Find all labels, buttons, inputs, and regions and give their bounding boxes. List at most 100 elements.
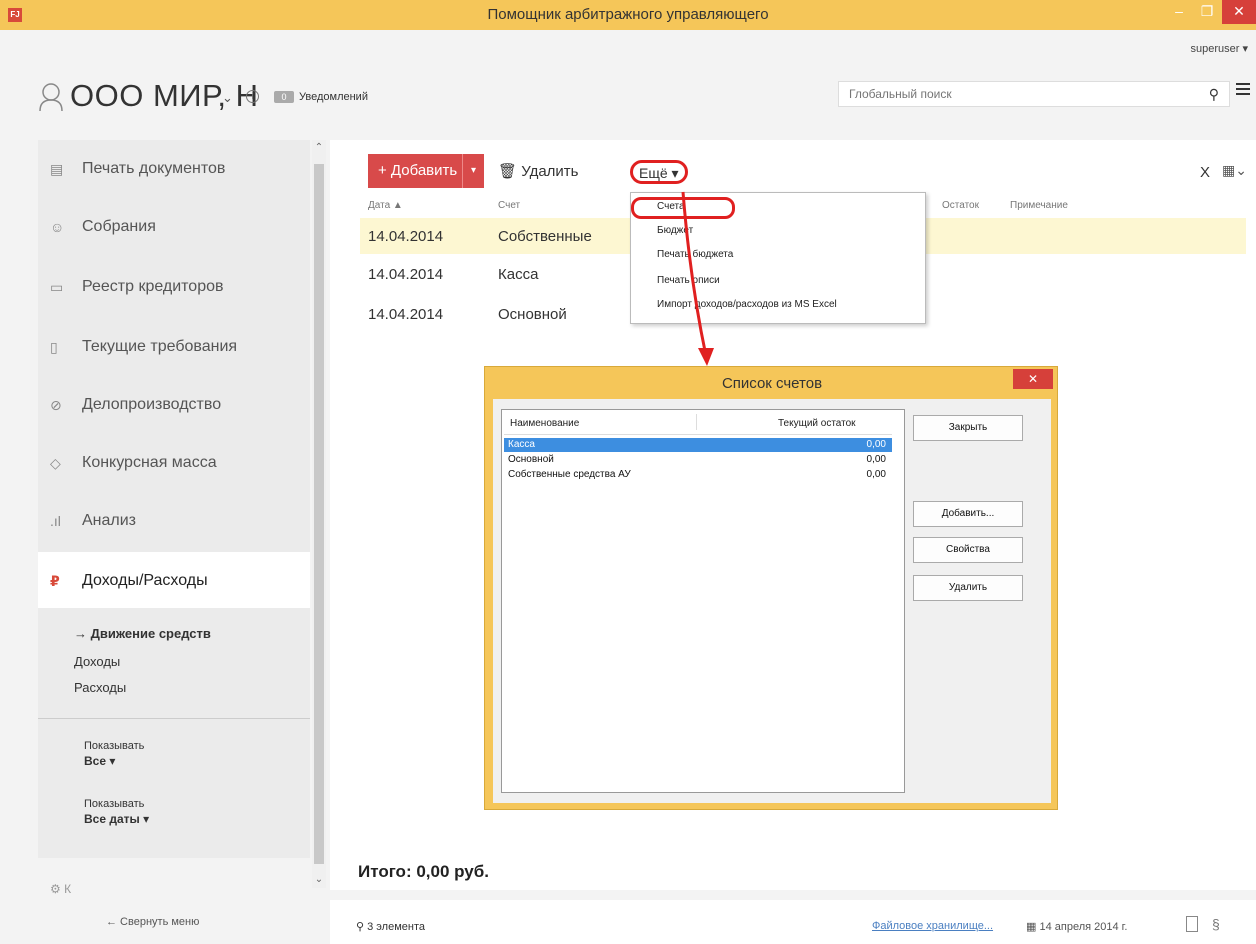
hamburger-icon[interactable] [1236,83,1250,97]
notifications-badge[interactable]: 0 [274,91,294,103]
column-header-note[interactable]: Примечание [1010,200,1068,211]
sidebar-item-partial[interactable]: ⚙ К [50,882,71,896]
file-storage-link[interactable]: Файловое хранилище... [872,920,993,932]
search-icon[interactable]: ⚲ [1209,86,1219,103]
close-window-button[interactable]: ✕ [1222,0,1256,24]
column-header-date[interactable]: Дата ▲ [368,200,403,211]
scroll-down-icon[interactable]: ⌄ [312,874,326,885]
sidebar-item-paperwork[interactable]: ⊘ Делопроизводство [38,376,310,432]
chart-icon: .ıl [50,513,61,529]
properties-button[interactable]: Свойства [913,537,1023,563]
sidebar-item-label: К [64,882,72,896]
scroll-up-icon[interactable]: ⌃ [312,142,326,153]
status-bar: ⚲ 3 элемента Файловое хранилище... ▦ 14 … [330,900,1256,944]
menu-item-print-inventory[interactable]: Печать описи [657,275,720,286]
column-header-account[interactable]: Счет [498,200,520,211]
paragraph-icon[interactable]: § [1212,916,1220,932]
list-header-name[interactable]: Наименование [510,418,579,429]
accounts-dialog: Список счетов ✕ Наименование Текущий ост… [484,366,1058,810]
accounts-list[interactable]: Наименование Текущий остаток Касса 0,00 … [501,409,905,793]
add-dropdown-icon[interactable]: ▾ [462,154,484,188]
current-date[interactable]: ▦ 14 апреля 2014 г. [1026,920,1127,933]
add-button[interactable]: + Добавить ▾ [368,154,484,188]
document-icon[interactable] [1186,916,1198,932]
collapse-menu-label: ← Свернуть меню [106,916,200,928]
sidebar-item-registry[interactable]: ▭ Реестр кредиторов [38,258,310,314]
items-count-label: 3 элемента [367,921,425,933]
column-divider [696,414,697,430]
menu-item-import-excel[interactable]: Импорт доходов/расходов из MS Excel [657,299,837,310]
maximize-button[interactable]: ❐ [1194,0,1220,24]
sidebar-item-print[interactable]: ▤ Печать документов [38,140,310,196]
dialog-close-icon[interactable]: ✕ [1013,369,1053,389]
cell-account: Основной [498,306,567,323]
requirements-icon: ▯ [50,339,58,355]
person-icon [39,83,63,112]
divider [38,718,310,719]
cell-date: 14.04.2014 [368,266,444,283]
sidebar-item-label: Конкурсная масса [82,454,217,471]
sidebar-item-meetings[interactable]: ☺ Собрания [38,198,310,254]
collapse-menu[interactable]: ← Свернуть меню [38,904,310,940]
list-item-name: Собственные средства АУ [508,469,631,480]
search-input[interactable] [839,82,1179,106]
view-settings-icon[interactable]: ▦⌄ [1222,162,1247,179]
excel-export-icon[interactable]: X [1200,164,1210,181]
global-search[interactable]: ⚲ [838,81,1230,107]
column-header-balance[interactable]: Остаток [942,200,979,211]
delete-button[interactable]: 🗑 Удалить [498,162,579,180]
print-icon: ▤ [50,161,64,177]
header-divider [504,434,892,435]
sidebar-item-analysis[interactable]: .ıl Анализ [38,492,310,548]
minimize-button[interactable]: – [1166,0,1192,24]
registry-icon: ▭ [50,279,64,295]
list-header-balance[interactable]: Текущий остаток [778,418,856,429]
sidebar-item-label: Текущие требования [82,338,238,355]
sidebar-item-label: Собрания [82,218,156,235]
sidebar-scrollbar[interactable]: ⌃ ⌄ [312,140,326,888]
menu-item-accounts[interactable]: Счета [657,201,685,212]
scrollbar-thumb[interactable] [314,164,324,864]
delete-account-button[interactable]: Удалить [913,575,1023,601]
show-filter[interactable]: Показывать Все ▾ [84,740,144,768]
user-menu[interactable]: superuser ▾ [1191,42,1249,55]
submenu-item-income[interactable]: Доходы [74,654,120,669]
chevron-down-icon[interactable]: ⌄ [222,90,233,106]
menu-item-print-budget[interactable]: Печать бюджета [657,249,733,260]
submenu: → Движение средств Доходы Расходы [38,608,310,718]
ruble-icon: ₽ [50,573,60,589]
notifications-label[interactable]: Уведомлений [299,91,368,103]
add-account-button[interactable]: Добавить... [913,501,1023,527]
list-item-balance: 0,00 [866,454,886,465]
list-item[interactable]: Основной 0,00 [504,453,892,467]
sidebar-item-label: Доходы/Расходы [82,572,208,589]
trash-icon: 🗑 [498,163,518,180]
sidebar-item-income-expenses[interactable]: ₽ Доходы/Расходы [38,552,310,608]
list-item-balance: 0,00 [866,439,886,450]
submenu-item-cash-flow[interactable]: → Движение средств [74,626,211,641]
close-button[interactable]: Закрыть [913,415,1023,441]
list-item-balance: 0,00 [866,469,886,480]
sidebar-item-requirements[interactable]: ▯ Текущие требования [38,318,310,374]
filter-value[interactable]: Все ▾ [84,754,144,768]
more-button[interactable]: Ещё ▾ [630,160,688,184]
sidebar-item-label: Реестр кредиторов [82,278,224,295]
list-item[interactable]: Касса 0,00 [504,438,892,452]
info-icon[interactable]: i [246,90,259,103]
filter-label: Показывать [84,740,145,752]
header: ООО МИР, Н ⌄ i 0 Уведомлений ⚲ [0,60,1256,140]
dialog-body: Наименование Текущий остаток Касса 0,00 … [493,399,1051,803]
paperclip-icon: ⊘ [50,397,62,413]
list-item[interactable]: Собственные средства АУ 0,00 [504,468,892,482]
sidebar-item-assets[interactable]: ◇ Конкурсная масса [38,434,310,490]
menu-item-budget[interactable]: Бюджет [657,225,693,236]
submenu-item-expenses[interactable]: Расходы [74,680,126,695]
filter-value[interactable]: Все даты ▾ [84,812,149,826]
items-count: ⚲ 3 элемента [356,921,425,933]
sidebar-item-label: Делопроизводство [82,396,222,413]
calendar-icon: ▦ [1026,921,1037,933]
more-dropdown-menu: Счета Бюджет Печать бюджета Печать описи… [630,192,926,324]
assets-icon: ◇ [50,455,61,471]
date-filter[interactable]: Показывать Все даты ▾ [84,798,149,826]
cell-date: 14.04.2014 [368,306,444,323]
